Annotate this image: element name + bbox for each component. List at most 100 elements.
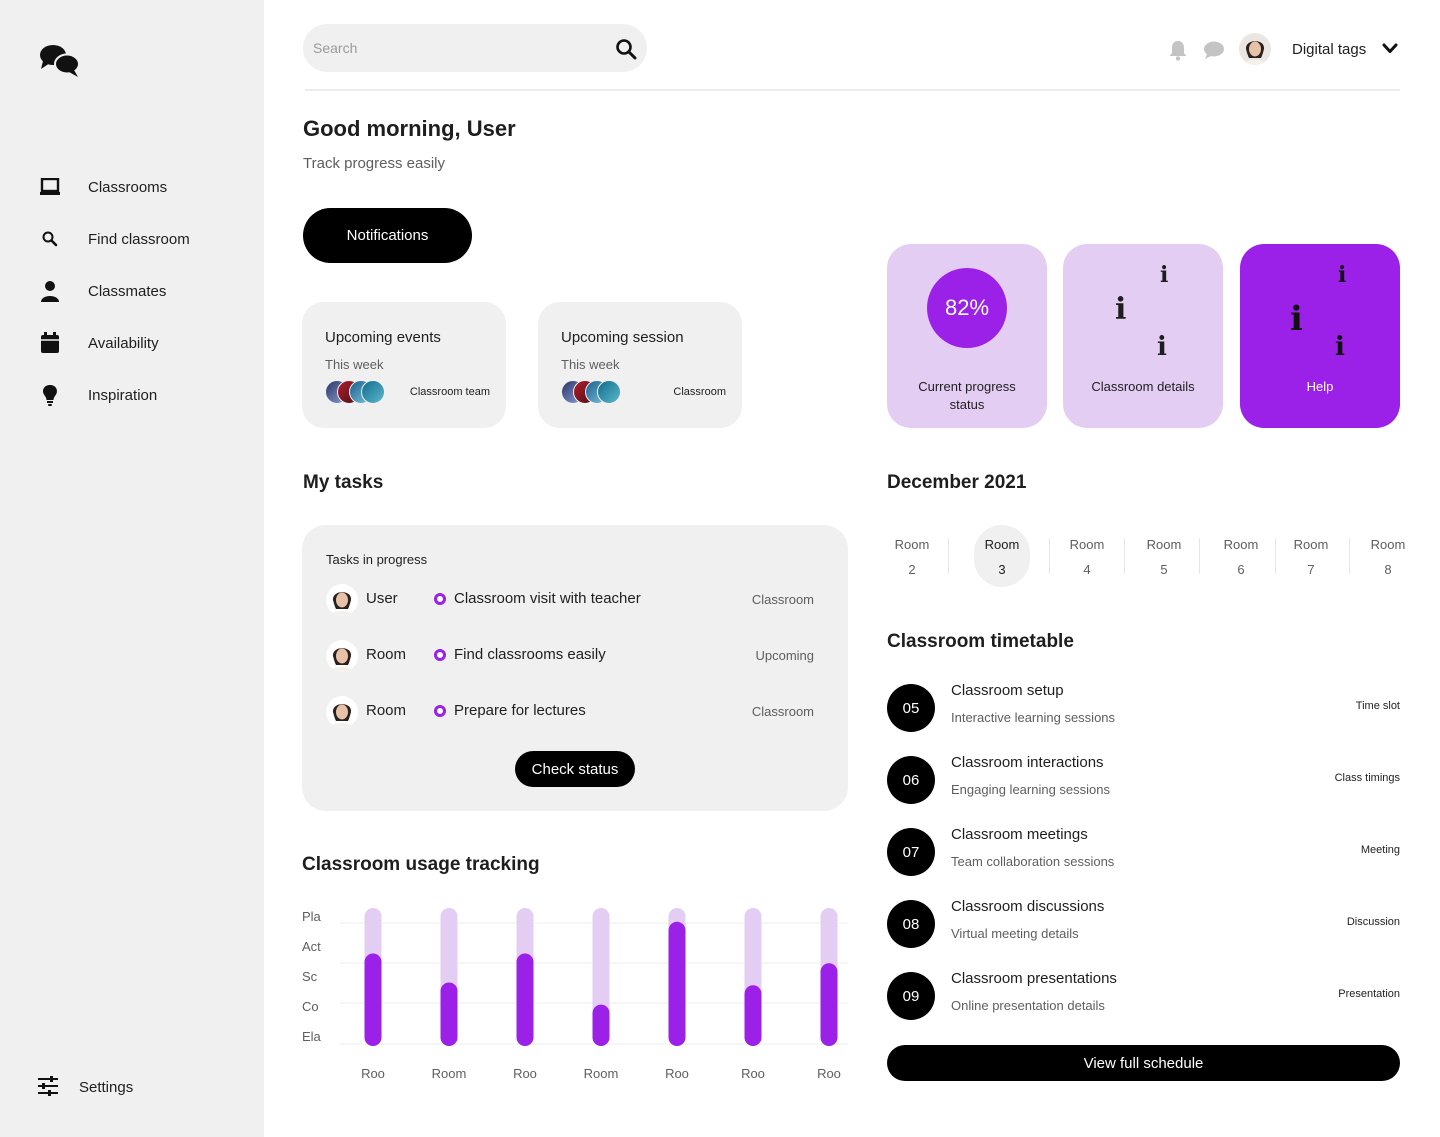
radio-dot-icon <box>434 593 446 605</box>
check-status-button[interactable]: Check status <box>515 751 635 787</box>
bar <box>364 953 382 1046</box>
timetable-number: 06 <box>887 756 935 804</box>
avatar <box>326 640 358 672</box>
avatar[interactable] <box>1239 33 1271 65</box>
usage-chart: Pla Act Sc Co Ela Roo Room Roo Room Roo Roo Roo <box>302 895 848 1095</box>
y-tick-label: Ela <box>302 1029 322 1044</box>
sidebar-item-availability[interactable]: Availability <box>0 323 264 363</box>
timetable-number: 07 <box>887 828 935 876</box>
task-status: Classroom <box>751 592 814 607</box>
progress-tile[interactable]: 82% Current progress status <box>887 244 1047 428</box>
room-day[interactable]: Room 4 <box>1059 525 1115 587</box>
room-selector: Room 2 Room 3 Room 4 Room 5 Room 6 Room 7 Room… <box>887 525 1417 589</box>
divider <box>948 538 949 574</box>
radio-dot-icon <box>434 649 446 661</box>
timetable-tag: Presentation <box>1338 988 1400 1000</box>
timetable-row[interactable]: 09 Classroom presentations Online presen… <box>887 968 1400 1024</box>
view-full-schedule-button[interactable]: View full schedule <box>887 1045 1400 1081</box>
timetable-row[interactable]: 07 Classroom meetings Team collaboration… <box>887 824 1400 880</box>
lightbulb-icon <box>38 383 62 407</box>
info-icon: i <box>1157 332 1167 362</box>
bar <box>516 953 534 1046</box>
divider <box>1275 538 1276 574</box>
timetable-title: Classroom meetings <box>951 826 1088 843</box>
task-title: Prepare for lectures <box>454 702 586 719</box>
timetable-subtitle: Engaging learning sessions <box>951 782 1110 797</box>
bar <box>668 921 686 1046</box>
timetable-row[interactable]: 05 Classroom setup Interactive learning … <box>887 680 1400 736</box>
task-row[interactable]: Room Find classrooms easily Upcoming <box>326 638 826 674</box>
info-icon: i <box>1160 262 1169 288</box>
classroom-details-tile[interactable]: i i i Classroom details <box>1063 244 1223 428</box>
room-day[interactable]: Room 2 <box>884 525 940 587</box>
room-number: 6 <box>1237 562 1245 577</box>
timetable-number: 09 <box>887 972 935 1020</box>
room-number: 3 <box>998 562 1006 577</box>
chat-bubbles-logo[interactable] <box>38 42 82 78</box>
search-icon[interactable] <box>615 38 637 60</box>
timetable-tag: Time slot <box>1355 700 1400 712</box>
upcoming-session-card[interactable]: Upcoming session This week Classroom <box>538 302 742 428</box>
room-number: 4 <box>1083 562 1091 577</box>
timetable-title: Classroom presentations <box>951 970 1117 987</box>
sidebar-item-classrooms[interactable]: Classrooms <box>0 167 264 207</box>
divider <box>1199 538 1200 574</box>
timetable-subtitle: Virtual meeting details <box>951 926 1079 941</box>
person-icon <box>38 279 62 303</box>
x-tick-label: Room <box>432 1066 467 1081</box>
progress-label: Current progress status <box>918 379 1016 412</box>
room-day[interactable]: Room 8 <box>1360 525 1416 587</box>
task-row[interactable]: User Classroom visit with teacher Classr… <box>326 582 826 618</box>
avatar <box>361 380 385 404</box>
room-label: Room <box>894 537 930 552</box>
user-name[interactable]: Digital tags <box>1292 41 1366 58</box>
sidebar-item-label: Classrooms <box>88 178 168 196</box>
info-icon: i <box>1338 262 1347 288</box>
chevron-down-icon[interactable] <box>1382 42 1398 56</box>
timetable-subtitle: Interactive learning sessions <box>951 710 1116 725</box>
radio-dot-icon <box>434 705 446 717</box>
info-icon: i <box>1290 299 1303 339</box>
sidebar-item-classmates[interactable]: Classmates <box>0 271 264 311</box>
divider <box>1349 538 1350 574</box>
avatar <box>597 380 621 404</box>
sidebar-item-find-classroom[interactable]: Find classroom <box>0 219 264 259</box>
upcoming-events-card[interactable]: Upcoming events This week Classroom team <box>302 302 506 428</box>
sidebar: Classrooms Find classroom Classmates Ava… <box>0 0 264 1137</box>
task-owner: Room <box>366 702 407 719</box>
room-day[interactable]: Room 7 <box>1283 525 1339 587</box>
divider <box>1049 538 1050 574</box>
bar <box>744 985 762 1046</box>
timetable-number: 08 <box>887 900 935 948</box>
y-tick-label: Sc <box>302 969 318 984</box>
page-subtitle: Track progress easily <box>303 155 445 172</box>
task-row[interactable]: Room Prepare for lectures Classroom <box>326 694 826 730</box>
section-title-usage: Classroom usage tracking <box>302 854 540 875</box>
room-day[interactable]: Room 6 <box>1213 525 1269 587</box>
sidebar-item-settings[interactable]: Settings <box>0 1070 264 1106</box>
room-day-selected[interactable]: Room 3 <box>974 525 1030 587</box>
x-tick-label: Roo <box>817 1066 841 1081</box>
bar <box>592 1004 610 1046</box>
timetable-row[interactable]: 08 Classroom discussions Virtual meeting… <box>887 896 1400 952</box>
timetable-tag: Class timings <box>1334 772 1400 784</box>
header-divider <box>305 89 1400 91</box>
y-tick-label: Act <box>302 939 321 954</box>
timetable-row[interactable]: 06 Classroom interactions Engaging learn… <box>887 752 1400 808</box>
notifications-button[interactable]: Notifications <box>303 208 472 263</box>
y-tick-label: Pla <box>302 909 322 924</box>
task-owner: Room <box>366 646 407 663</box>
settings-label: Settings <box>79 1079 134 1096</box>
chat-bubble-icon[interactable] <box>1203 40 1225 60</box>
tasks-panel: Tasks in progress User Classroom visit w… <box>302 525 848 811</box>
bell-icon[interactable] <box>1168 39 1188 61</box>
room-day[interactable]: Room 5 <box>1136 525 1192 587</box>
page-title: Good morning, User <box>303 116 516 141</box>
card-tag: Classroom team <box>409 386 490 398</box>
avatar <box>326 696 358 728</box>
card-subtitle: This week <box>561 357 620 372</box>
sidebar-item-inspiration[interactable]: Inspiration <box>0 375 264 415</box>
help-tile[interactable]: i i i Help <box>1240 244 1400 428</box>
room-number: 8 <box>1384 562 1392 577</box>
search-input[interactable] <box>313 36 593 60</box>
